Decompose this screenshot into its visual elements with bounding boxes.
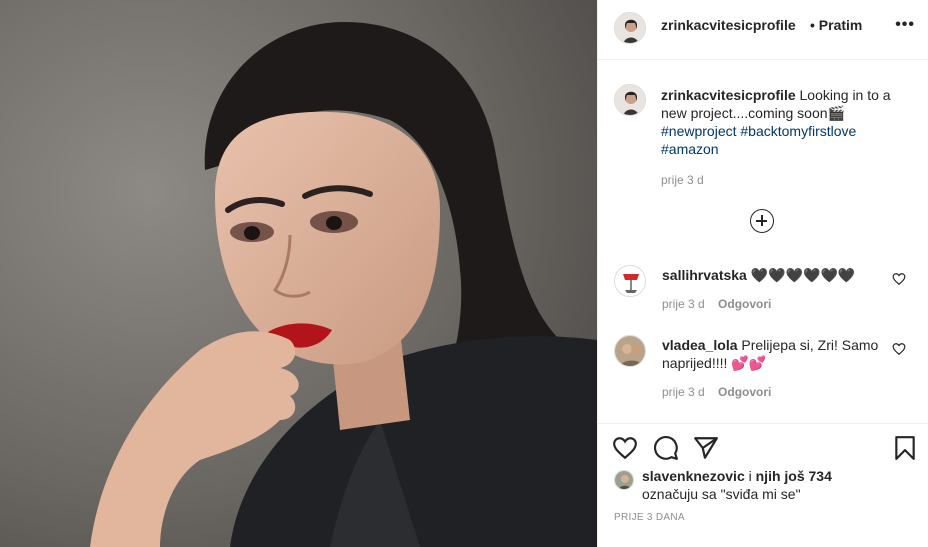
more-options-icon[interactable]: ••• bbox=[895, 16, 915, 34]
post-modal: zrinkacvitesicprofile • Pratim ••• zrink… bbox=[0, 0, 928, 547]
header-username[interactable]: zrinkacvitesicprofile bbox=[661, 17, 796, 33]
comment-item: sallihrvatska 🖤🖤🖤🖤🖤🖤 prije 3 d Odgovori bbox=[614, 265, 914, 325]
reply-button[interactable]: Odgovori bbox=[718, 297, 771, 311]
comment-text-block: vladea_lola Prelijepa si, Zri! Samo napr… bbox=[662, 336, 887, 372]
comment-text: 🖤🖤🖤🖤🖤🖤 bbox=[750, 267, 856, 283]
hashtag-link[interactable]: #amazon bbox=[661, 141, 719, 157]
post-photo[interactable] bbox=[0, 0, 597, 547]
likes-joiner: i bbox=[744, 468, 756, 484]
paper-plane-icon[interactable] bbox=[693, 435, 719, 461]
heart-icon[interactable] bbox=[612, 435, 638, 461]
hashtag-link[interactable]: #newproject bbox=[661, 123, 737, 139]
hashtag-link[interactable]: #backtomyfirstlove bbox=[740, 123, 856, 139]
comment-time[interactable]: prije 3 d bbox=[662, 385, 705, 399]
comment-meta: prije 3 d Odgovori bbox=[662, 297, 771, 311]
comment-item: vladea_lola Prelijepa si, Zri! Samo napr… bbox=[614, 335, 914, 399]
action-bar bbox=[598, 423, 928, 467]
comment-meta: prije 3 d Odgovori bbox=[662, 385, 771, 399]
comment-username[interactable]: vladea_lola bbox=[662, 337, 738, 353]
comment-text-block: sallihrvatska 🖤🖤🖤🖤🖤🖤 bbox=[662, 266, 887, 284]
commenter-avatar-icon[interactable] bbox=[614, 335, 646, 367]
speech-bubble-icon[interactable] bbox=[653, 435, 679, 461]
heart-icon[interactable] bbox=[892, 272, 906, 286]
commenter-avatar-icon[interactable] bbox=[614, 265, 646, 297]
caption-avatar-icon[interactable] bbox=[614, 84, 646, 116]
follow-status-button[interactable]: • Pratim bbox=[810, 17, 862, 33]
likes-count-link[interactable]: njih još 734 bbox=[756, 468, 832, 484]
liker-avatar-icon[interactable] bbox=[614, 470, 634, 490]
liker-username[interactable]: slavenknezovic bbox=[642, 468, 745, 484]
profile-avatar-icon[interactable] bbox=[614, 12, 646, 44]
heart-icon[interactable] bbox=[892, 342, 906, 356]
post-date[interactable]: PRIJE 3 DANA bbox=[614, 512, 685, 523]
portrait-illustration bbox=[0, 0, 597, 547]
likes-line: slavenknezovic i njih još 734 bbox=[642, 468, 832, 484]
plus-circle-icon[interactable] bbox=[750, 209, 774, 233]
caption-text-block: zrinkacvitesicprofile Looking in to a ne… bbox=[661, 86, 911, 158]
comment-time[interactable]: prije 3 d bbox=[662, 297, 705, 311]
reply-button[interactable]: Odgovori bbox=[718, 385, 771, 399]
bookmark-icon[interactable] bbox=[892, 435, 918, 461]
post-side-panel: zrinkacvitesicprofile • Pratim ••• zrink… bbox=[597, 0, 928, 547]
comment-username[interactable]: sallihrvatska bbox=[662, 267, 747, 283]
caption-username[interactable]: zrinkacvitesicprofile bbox=[661, 87, 796, 103]
likes-line-2: označuju sa "sviđa mi se" bbox=[642, 486, 801, 502]
post-header: zrinkacvitesicprofile • Pratim ••• bbox=[598, 0, 928, 60]
caption-time[interactable]: prije 3 d bbox=[661, 173, 704, 187]
